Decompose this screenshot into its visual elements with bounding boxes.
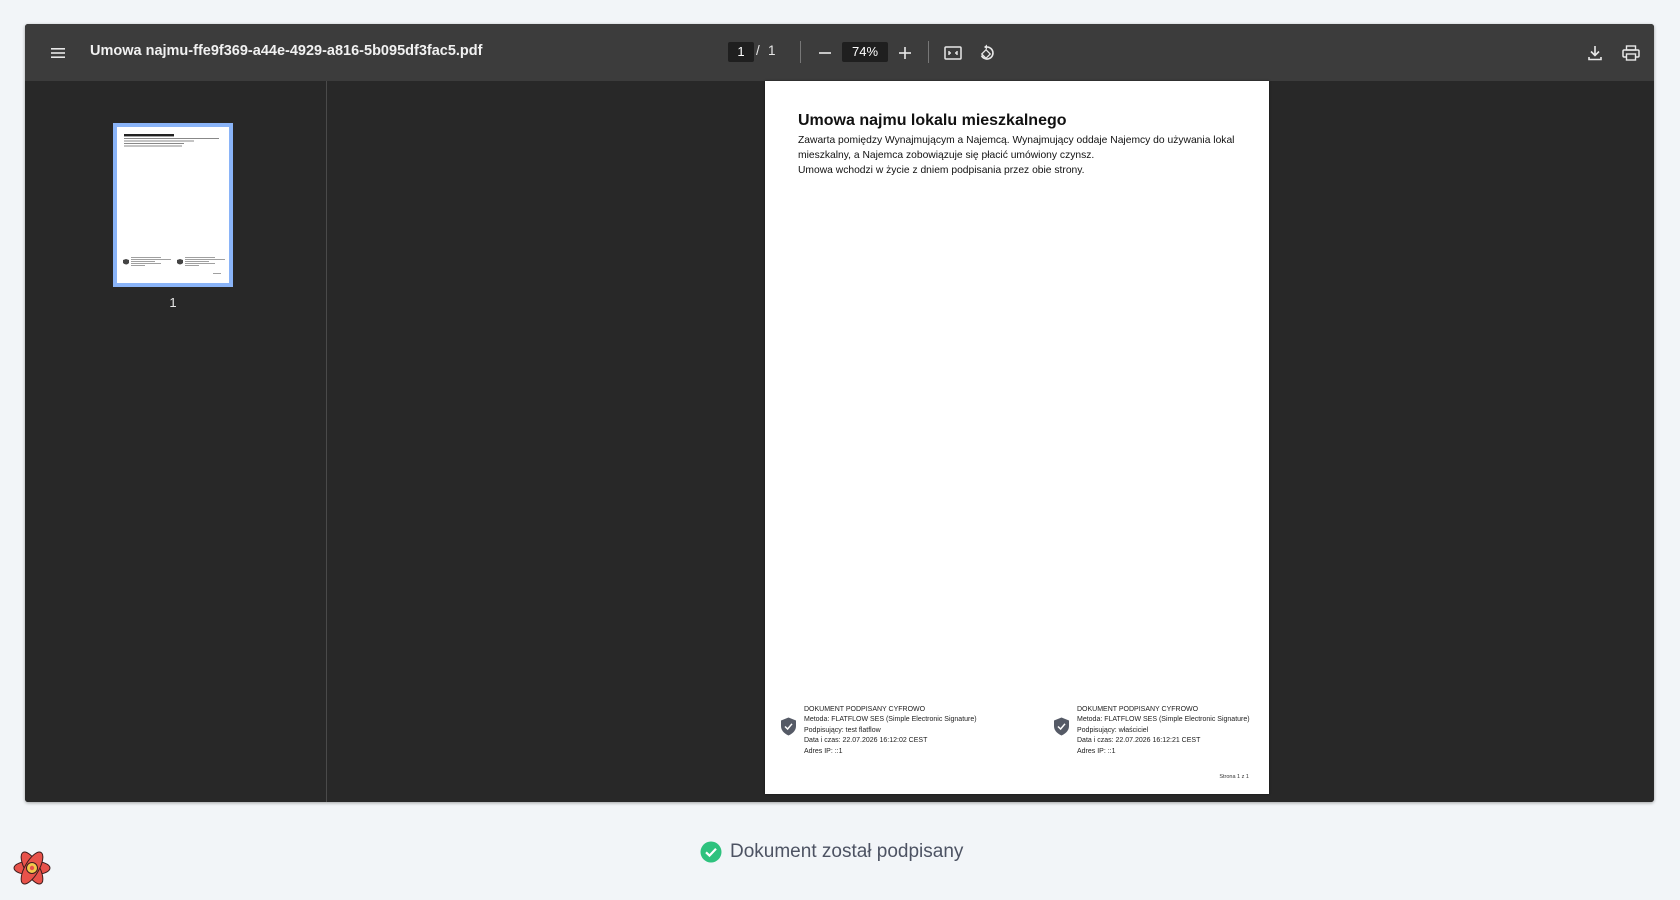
zoom-out-button[interactable] — [812, 40, 838, 66]
page-separator: / — [756, 43, 760, 58]
page-number-input[interactable]: 1 — [728, 42, 754, 62]
rotate-button[interactable] — [974, 40, 1000, 66]
signed-status: Dokument został podpisany — [700, 840, 963, 864]
pdf-toolbar: Umowa najmu-ffe9f369-a44e-4929-a816-5b09… — [25, 24, 1654, 81]
signature-heading: DOKUMENT PODPISANY CYFROWO — [1077, 706, 1199, 713]
signature-signer: Podpisujący: właściciel — [1077, 726, 1149, 734]
shield-check-icon — [781, 717, 796, 736]
thumbnail-preview-graphic — [123, 134, 225, 274]
pdf-page: Umowa najmu lokalu mieszkalnego Zawarta … — [765, 81, 1269, 794]
react-logo-icon[interactable] — [12, 848, 52, 888]
page-footer: Strona 1 z 1 — [1219, 774, 1249, 780]
page-thumbnail[interactable] — [113, 123, 233, 287]
signature-datetime: Data i czas: 22.07.2026 16:12:02 CEST — [804, 737, 928, 745]
document-paragraph: Umowa wchodzi w życie z dniem podpisania… — [798, 165, 1085, 176]
fit-page-button[interactable] — [940, 40, 966, 66]
signature-method: Metoda: FLATFLOW SES (Simple Electronic … — [1077, 716, 1250, 724]
fit-page-icon — [944, 46, 962, 60]
toolbar-divider — [800, 41, 801, 63]
hamburger-icon — [51, 48, 65, 58]
toolbar-divider — [928, 41, 929, 63]
print-button[interactable] — [1618, 40, 1644, 66]
document-body: Zawarta pomiędzy Wynajmującym a Najemcą.… — [798, 133, 1248, 178]
thumbnail-page-preview — [117, 127, 229, 283]
document-canvas[interactable]: Umowa najmu lokalu mieszkalnego Zawarta … — [327, 81, 1654, 802]
status-message: Dokument został podpisany — [730, 841, 964, 862]
zoom-level-input[interactable]: 74% — [842, 42, 888, 62]
page-total: 1 — [768, 43, 776, 58]
document-paragraph: Zawarta pomiędzy Wynajmującym a Najemcą.… — [798, 135, 1235, 161]
pdf-viewer: Umowa najmu-ffe9f369-a44e-4929-a816-5b09… — [25, 24, 1654, 802]
minus-icon — [819, 52, 831, 54]
zoom-in-button[interactable] — [892, 40, 918, 66]
shield-check-icon — [1054, 717, 1069, 736]
rotate-icon — [980, 44, 994, 60]
signature-ip: Adres IP: ::1 — [1077, 747, 1116, 755]
download-icon — [1588, 46, 1602, 61]
signature-method: Metoda: FLATFLOW SES (Simple Electronic … — [804, 716, 977, 724]
thumbnail-page-label: 1 — [169, 295, 177, 310]
menu-button[interactable] — [45, 40, 71, 66]
document-title: Umowa najmu lokalu mieszkalnego — [798, 112, 1067, 129]
signature-datetime: Data i czas: 22.07.2026 16:12:21 CEST — [1077, 737, 1201, 745]
signature-ip: Adres IP: ::1 — [804, 747, 843, 755]
thumbnail-sidebar: 1 — [25, 81, 327, 802]
react-logo-graphic — [13, 851, 51, 885]
download-button[interactable] — [1582, 40, 1608, 66]
signature-heading: DOKUMENT PODPISANY CYFROWO — [804, 706, 926, 713]
print-icon — [1622, 45, 1640, 61]
check-circle-icon — [700, 841, 722, 863]
signature-signer: Podpisujący: test flatflow — [804, 726, 881, 734]
plus-icon — [899, 47, 911, 59]
file-title: Umowa najmu-ffe9f369-a44e-4929-a816-5b09… — [90, 43, 483, 59]
